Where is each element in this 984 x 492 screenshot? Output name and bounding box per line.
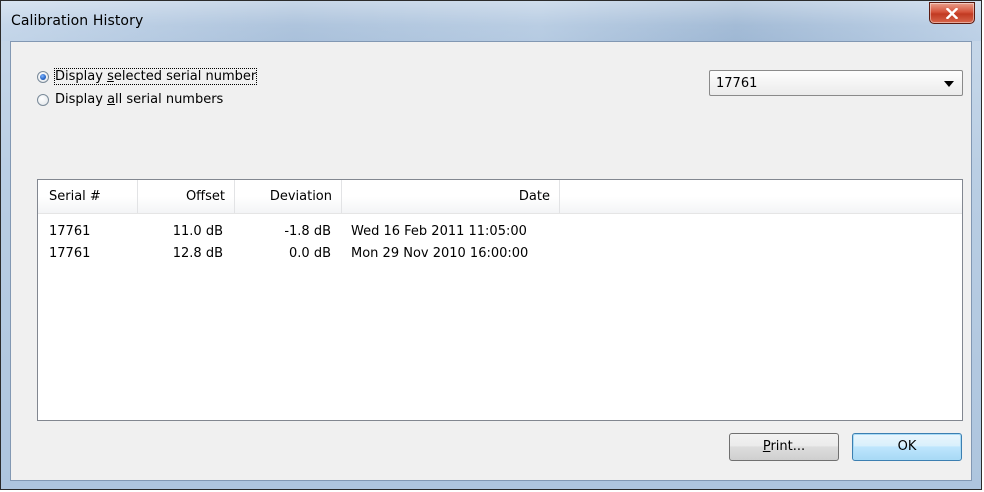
column-header-offset[interactable]: Offset bbox=[138, 180, 235, 213]
chevron-down-icon[interactable] bbox=[944, 81, 954, 87]
radio-display-all[interactable]: Display all serial numbers bbox=[37, 92, 223, 107]
title-bar[interactable]: Calibration History bbox=[1, 1, 981, 41]
radio-selected-button[interactable] bbox=[37, 70, 49, 83]
cell-date: Wed 16 Feb 2011 11:05:00 bbox=[351, 224, 527, 239]
serial-number-value: 17761 bbox=[716, 76, 758, 91]
close-button[interactable] bbox=[929, 2, 975, 24]
dialog-body: Display selected serial number Display a… bbox=[10, 41, 972, 481]
table-row[interactable]: 17761 11.0 dB -1.8 dB Wed 16 Feb 2011 11… bbox=[38, 221, 962, 243]
list-header: Serial # Offset Deviation Date bbox=[38, 180, 962, 214]
print-button[interactable]: Print... bbox=[729, 433, 839, 461]
cell-date: Mon 29 Nov 2010 16:00:00 bbox=[351, 246, 529, 261]
column-header-deviation[interactable]: Deviation bbox=[235, 180, 342, 213]
column-header-date[interactable]: Date bbox=[342, 180, 560, 213]
close-icon bbox=[946, 7, 958, 19]
ok-button[interactable]: OK bbox=[852, 433, 962, 461]
cell-offset: 11.0 dB bbox=[172, 224, 223, 239]
cell-deviation: 0.0 dB bbox=[289, 246, 331, 261]
cell-offset: 12.8 dB bbox=[172, 246, 223, 261]
cell-deviation: -1.8 dB bbox=[284, 224, 331, 239]
column-header-serial[interactable]: Serial # bbox=[38, 180, 138, 213]
calibration-list[interactable]: Serial # Offset Deviation Date 17761 11.… bbox=[37, 179, 963, 421]
cell-serial: 17761 bbox=[49, 224, 91, 239]
window-title: Calibration History bbox=[11, 13, 144, 29]
serial-number-dropdown[interactable]: 17761 bbox=[709, 70, 963, 96]
radio-display-selected-label: Display selected serial number bbox=[53, 68, 258, 85]
table-row[interactable]: 17761 12.8 dB 0.0 dB Mon 29 Nov 2010 16:… bbox=[38, 243, 962, 265]
calibration-history-dialog: Calibration History Display selected ser… bbox=[0, 0, 982, 490]
radio-display-selected[interactable]: Display selected serial number bbox=[37, 68, 258, 85]
radio-all-button[interactable] bbox=[37, 93, 49, 106]
cell-serial: 17761 bbox=[49, 246, 91, 261]
radio-display-all-label: Display all serial numbers bbox=[55, 92, 224, 107]
